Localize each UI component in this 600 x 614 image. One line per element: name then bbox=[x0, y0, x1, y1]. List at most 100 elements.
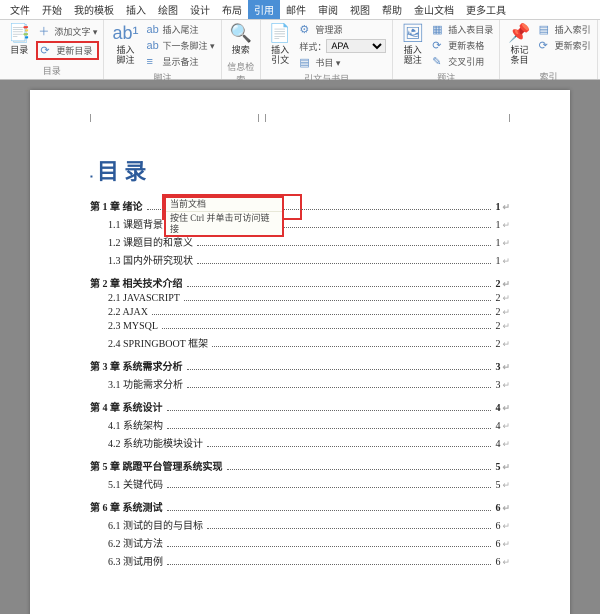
paragraph-mark-icon: ↵ bbox=[502, 256, 510, 267]
menu-item-11[interactable]: 帮助 bbox=[376, 0, 408, 19]
insert-index-button[interactable]: ▤插入索引 bbox=[537, 22, 593, 37]
paragraph-mark-icon: ↵ bbox=[502, 321, 510, 332]
toc-entry[interactable]: 2.2 AJAX2↵ bbox=[90, 307, 510, 318]
menu-item-12[interactable]: 金山文档 bbox=[408, 0, 460, 19]
paragraph-mark-icon: ↵ bbox=[502, 521, 510, 532]
menu-item-10[interactable]: 视图 bbox=[344, 0, 376, 19]
menu-item-3[interactable]: 插入 bbox=[120, 0, 152, 19]
manage-sources-button[interactable]: ⚙管理源 bbox=[297, 22, 388, 37]
toc-entry[interactable]: 第 5 章 跳蹬平台管理系统实现5↵ bbox=[90, 458, 510, 473]
menu-item-7[interactable]: 引用 bbox=[248, 0, 280, 19]
menu-item-6[interactable]: 布局 bbox=[216, 0, 248, 19]
link-tooltip: 当前文档 按住 Ctrl 并单击可访问链接 bbox=[164, 196, 284, 237]
toc-entry-text: 2.4 SPRINGBOOT 框架 bbox=[108, 335, 208, 350]
insert-endnote-button[interactable]: ab插入尾注 bbox=[144, 22, 216, 37]
toc-entry[interactable]: 第 6 章 系统测试6↵ bbox=[90, 499, 510, 514]
citation-style-select[interactable]: APA bbox=[326, 39, 386, 53]
insert-table-figures-button[interactable]: ▦插入表目录 bbox=[430, 22, 495, 37]
insert-table-figures-button-icon: ▦ bbox=[432, 23, 446, 36]
ribbon-big-icon-0: 📑 bbox=[8, 24, 30, 44]
toc-entry[interactable]: 第 3 章 系统需求分析3↵ bbox=[90, 358, 510, 373]
ribbon-big-3[interactable]: 📄插入引文 bbox=[265, 22, 295, 70]
toc-entry[interactable]: 第 1 章 绪论1↵ bbox=[90, 198, 510, 213]
paragraph-mark-icon: ↵ bbox=[502, 403, 510, 414]
cross-reference-button[interactable]: ✎交叉引用 bbox=[430, 54, 495, 69]
next-footnote-button[interactable]: ab下一条脚注 ▾ bbox=[144, 38, 216, 53]
toc-entry[interactable]: 4.2 系统功能模块设计4↵ bbox=[90, 435, 510, 450]
toc-entry[interactable]: 6.2 测试方法6↵ bbox=[90, 535, 510, 550]
toc-entry[interactable]: 2.4 SPRINGBOOT 框架2↵ bbox=[90, 335, 510, 350]
toc-leader bbox=[167, 428, 491, 429]
toc-entry[interactable]: 5.1 关键代码5↵ bbox=[90, 476, 510, 491]
show-notes-button-icon: ≡ bbox=[146, 56, 160, 68]
manage-sources-icon: ⚙ bbox=[299, 23, 313, 36]
ribbon-group-label-4: 题注 bbox=[397, 69, 495, 84]
menu-item-4[interactable]: 绘图 bbox=[152, 0, 184, 19]
menu-item-2[interactable]: 我的模板 bbox=[68, 0, 120, 19]
toc-entry[interactable]: 2.3 MYSQL2↵ bbox=[90, 321, 510, 332]
paragraph-mark-icon: ↵ bbox=[502, 421, 510, 432]
toc-entry-text: 第 5 章 跳蹬平台管理系统实现 bbox=[90, 458, 223, 473]
menu-item-13[interactable]: 更多工具 bbox=[460, 0, 512, 19]
ribbon-group-label-5: 索引 bbox=[504, 68, 592, 83]
toc-entry[interactable]: 2.1 JAVASCRIPT2↵ bbox=[90, 293, 510, 304]
update-toc-button[interactable]: ⟳更新目录 bbox=[36, 41, 99, 60]
toc-entry-text: 第 4 章 系统设计 bbox=[90, 399, 163, 414]
menu-item-5[interactable]: 设计 bbox=[184, 0, 216, 19]
toc-entry[interactable]: 4.1 系统架构4↵ bbox=[90, 417, 510, 432]
toc-leader bbox=[152, 314, 491, 315]
paragraph-mark-icon: ↵ bbox=[502, 202, 510, 213]
toc-entry[interactable]: 3.1 功能需求分析3↵ bbox=[90, 376, 510, 391]
toc-entry-page: 2 bbox=[495, 293, 500, 304]
update-index-button[interactable]: ⟳更新索引 bbox=[537, 38, 593, 53]
toc-entry-text: 第 3 章 系统需求分析 bbox=[90, 358, 183, 373]
ribbon-big-icon-1: ab¹ bbox=[112, 24, 138, 44]
toc-entry[interactable]: 第 4 章 系统设计4↵ bbox=[90, 399, 510, 414]
toc-entry-text: 2.3 MYSQL bbox=[108, 321, 158, 332]
toc-leader bbox=[187, 286, 492, 287]
toc-entry-text: 2.2 AJAX bbox=[108, 307, 148, 318]
ribbon-big-1[interactable]: ab¹插入脚注 bbox=[108, 22, 142, 69]
toc-entry-page: 6 bbox=[495, 503, 500, 514]
toc-entry-text: 3.1 功能需求分析 bbox=[108, 376, 183, 391]
ribbon-big-0[interactable]: 📑目录 bbox=[4, 22, 34, 62]
next-footnote-button-icon: ab bbox=[146, 40, 160, 52]
toc-entry-page: 3 bbox=[495, 362, 500, 373]
ribbon-big-5[interactable]: 📌标记条目 bbox=[504, 22, 534, 68]
ribbon-big-2[interactable]: 🔍搜索 bbox=[226, 22, 256, 58]
toc-entry[interactable]: 第 2 章 相关技术介绍2↵ bbox=[90, 275, 510, 290]
toc-entry[interactable]: 6.3 测试用例6↵ bbox=[90, 553, 510, 568]
toc-entry-page: 4 bbox=[495, 439, 500, 450]
ribbon-big-icon-3: 📄 bbox=[269, 24, 291, 44]
insert-endnote-button-icon: ab bbox=[146, 24, 160, 36]
toc-entry[interactable]: 1.3 国内外研究现状1↵ bbox=[90, 252, 510, 267]
toc-entry[interactable]: 1.2 课题目的和意义1↵ bbox=[90, 234, 510, 249]
toc-leader bbox=[167, 510, 492, 511]
toc-leader bbox=[187, 387, 491, 388]
menu-item-0[interactable]: 文件 bbox=[4, 0, 36, 19]
menu-item-8[interactable]: 邮件 bbox=[280, 0, 312, 19]
paragraph-mark-icon: ↵ bbox=[502, 339, 510, 350]
toc-entry-text: 1.3 国内外研究现状 bbox=[108, 252, 193, 267]
ribbon-big-icon-5: 📌 bbox=[508, 24, 530, 44]
toc-entry[interactable]: 1.1 课题背景1↵ bbox=[90, 216, 510, 231]
toc-entry-text: 6.1 测试的目的与目标 bbox=[108, 517, 203, 532]
toc-entry-page: 1 bbox=[495, 238, 500, 249]
paragraph-mark-icon: ↵ bbox=[502, 480, 510, 491]
paragraph-mark-icon: ↵ bbox=[502, 462, 510, 473]
toc-leader bbox=[187, 369, 492, 370]
toc-leader bbox=[184, 300, 492, 301]
update-table-button[interactable]: ⟳更新表格 bbox=[430, 38, 495, 53]
toc-title: ▪目 录 bbox=[90, 154, 510, 186]
ribbon-group-5: 📌标记条目▤插入索引⟳更新索引索引 bbox=[500, 20, 597, 79]
toc-entry[interactable]: 6.1 测试的目的与目标6↵ bbox=[90, 517, 510, 532]
menu-item-9[interactable]: 审阅 bbox=[312, 0, 344, 19]
toc-entry-page: 1 bbox=[495, 220, 500, 231]
show-notes-button[interactable]: ≡显示备注 bbox=[144, 54, 216, 69]
ribbon-group-2: 🔍搜索信息检索 bbox=[222, 20, 261, 79]
add-text-button[interactable]: ＋添加文字 ▾ bbox=[36, 22, 99, 40]
menu-item-1[interactable]: 开始 bbox=[36, 0, 68, 19]
ribbon-big-4[interactable]: 🖼插入题注 bbox=[397, 22, 428, 69]
toc-entry-text: 2.1 JAVASCRIPT bbox=[108, 293, 180, 304]
bibliography-button[interactable]: ▤书目 ▾ bbox=[297, 55, 388, 70]
